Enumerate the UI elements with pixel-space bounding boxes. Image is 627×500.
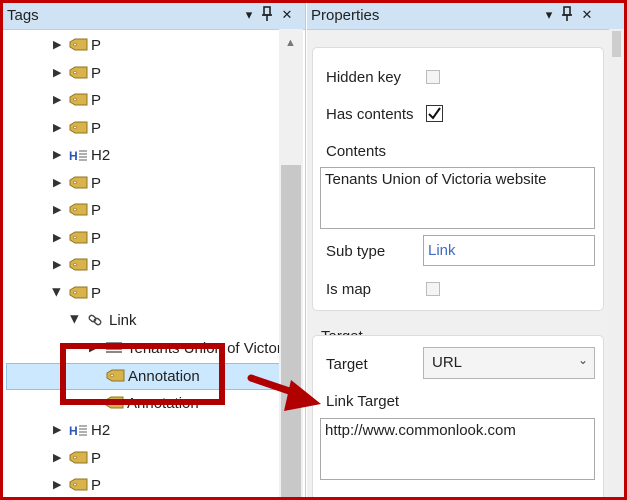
app-frame: Tags ▾ ✕ ▶ P ▶ P ▶ P ▶ P ▶ H H2 ▶ P ▶ P ▶ P ▶ P ▶ P ▶ Link ▶ Ten… <box>3 3 624 497</box>
red-arrow-icon <box>247 374 321 411</box>
